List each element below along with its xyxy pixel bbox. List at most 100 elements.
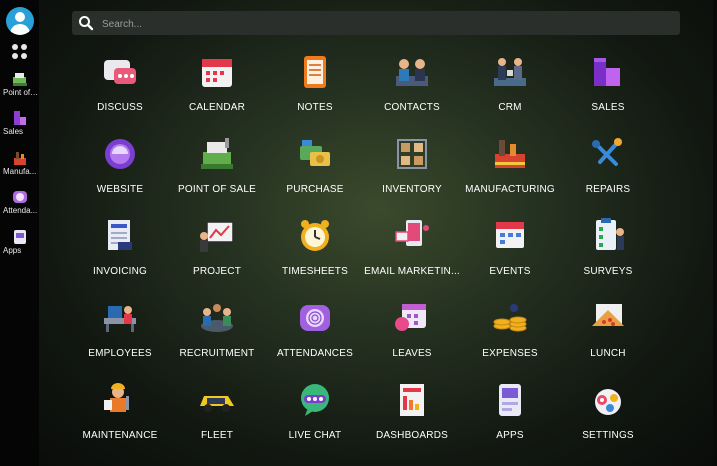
user-avatar[interactable] — [6, 7, 34, 35]
app-tile-label: LIVE CHAT — [288, 430, 342, 441]
app-tile-settings[interactable]: SETTINGS — [558, 378, 658, 456]
project-icon — [200, 221, 234, 252]
app-tile-label: SURVEYS — [583, 266, 633, 277]
app-tile-label: SETTINGS — [582, 430, 634, 441]
app-menu-icon[interactable] — [12, 44, 28, 60]
app-tile-invoicing[interactable]: INVOICING — [70, 214, 170, 292]
app-tile-label: TIMESHEETS — [282, 266, 348, 277]
app-tile-email-marketing[interactable]: EMAIL MARKETIN... — [362, 214, 462, 292]
app-tile-maintenance[interactable]: MAINTENANCE — [70, 378, 170, 456]
app-tile-leaves[interactable]: LEAVES — [362, 296, 462, 374]
discuss-icon — [104, 60, 136, 84]
purchase-icon — [300, 140, 330, 166]
app-tile-crm[interactable]: CRM — [460, 50, 560, 128]
settings-icon — [595, 389, 621, 415]
app-tile-label: EXPENSES — [482, 348, 538, 359]
attendances-icon — [300, 305, 330, 331]
app-tile-attendances[interactable]: ATTENDANCES — [265, 296, 365, 374]
search-bar[interactable] — [72, 11, 680, 35]
app-tile-label: PURCHASE — [286, 184, 344, 195]
app-tile-employees[interactable]: EMPLOYEES — [70, 296, 170, 374]
employees-icon — [104, 306, 136, 332]
sidebar-item-apps[interactable]: Apps — [0, 228, 39, 256]
sales-icon — [13, 111, 26, 125]
live-chat-icon — [301, 384, 329, 416]
app-tile-label: FLEET — [200, 430, 234, 441]
app-tile-timesheets[interactable]: TIMESHEETS — [265, 214, 365, 292]
app-tile-notes[interactable]: NOTES — [265, 50, 365, 128]
app-tile-dashboards[interactable]: DASHBOARDS — [362, 378, 462, 456]
app-tile-repairs[interactable]: REPAIRS — [558, 132, 658, 210]
notes-icon — [304, 56, 326, 88]
app-launcher: DISCUSS CALENDAR NOTES CONTACTS CRM SALES WEBS… — [39, 0, 717, 466]
app-tile-label: WEBSITE — [96, 184, 144, 195]
app-tile-surveys[interactable]: SURVEYS — [558, 214, 658, 292]
app-tile-inventory[interactable]: INVENTORY — [362, 132, 462, 210]
scrollbar[interactable] — [713, 0, 717, 466]
sidebar-item-manufacturing[interactable]: Manufa... — [0, 149, 39, 177]
app-tile-label: LEAVES — [392, 348, 432, 359]
dashboards-icon — [400, 384, 424, 416]
app-tile-recruitment[interactable]: RECRUITMENT — [167, 296, 267, 374]
search-input[interactable] — [100, 13, 664, 35]
email-marketing-icon — [395, 220, 429, 246]
manufacturing-icon — [13, 152, 26, 165]
app-tile-label: NOTES — [297, 102, 333, 113]
attendances-icon — [12, 191, 27, 203]
app-tile-manufacturing[interactable]: MANUFACTURING — [460, 132, 560, 210]
fleet-icon — [200, 396, 234, 412]
inventory-icon — [397, 139, 427, 169]
app-tile-label: EMAIL MARKETIN... — [364, 266, 460, 277]
app-tile-point-of-sale[interactable]: POINT OF SALE — [167, 132, 267, 210]
sidebar-item-point-of-sale[interactable]: Point of ... — [0, 70, 39, 98]
app-tile-label: RECRUITMENT — [179, 348, 255, 359]
app-tile-lunch[interactable]: LUNCH — [558, 296, 658, 374]
app-tile-label: INVOICING — [92, 266, 148, 277]
sidebar-item-attendances[interactable]: Attenda... — [0, 188, 39, 216]
app-tile-sales[interactable]: SALES — [558, 50, 658, 128]
apps-icon — [499, 384, 521, 416]
app-tile-label: LUNCH — [590, 348, 626, 359]
app-tile-label: DISCUSS — [97, 102, 143, 113]
app-tile-website[interactable]: WEBSITE — [70, 132, 170, 210]
app-tile-contacts[interactable]: CONTACTS — [362, 50, 462, 128]
search-icon — [79, 16, 94, 31]
app-tile-live-chat[interactable]: LIVE CHAT — [265, 378, 365, 456]
recruitment-icon — [201, 304, 233, 332]
app-tile-label: APPS — [496, 430, 524, 441]
app-tile-fleet[interactable]: FLEET — [167, 378, 267, 456]
app-tile-expenses[interactable]: EXPENSES — [460, 296, 560, 374]
app-tile-label: REPAIRS — [585, 184, 631, 195]
manufacturing-icon — [495, 140, 525, 168]
apps-icon — [13, 230, 26, 244]
app-tile-label: MAINTENANCE — [82, 430, 158, 441]
app-tile-label: SALES — [591, 102, 625, 113]
sidebar-item-sales[interactable]: Sales — [0, 109, 39, 137]
expenses-icon — [493, 304, 527, 332]
app-tile-label: INVENTORY — [382, 184, 442, 195]
maintenance-icon — [104, 383, 129, 412]
point-of-sale-icon — [201, 138, 233, 169]
app-tile-label: CALENDAR — [188, 102, 246, 113]
app-tile-discuss[interactable]: DISCUSS — [70, 50, 170, 128]
calendar-icon — [202, 59, 232, 87]
events-icon — [496, 222, 524, 248]
repairs-icon — [592, 138, 622, 166]
app-tile-label: ATTENDANCES — [277, 348, 353, 359]
app-tile-label: CONTACTS — [384, 102, 440, 113]
app-tile-label: POINT OF SALE — [178, 184, 256, 195]
lunch-icon — [592, 304, 624, 326]
leaves-icon — [395, 304, 426, 331]
app-tile-apps[interactable]: APPS — [460, 378, 560, 456]
sales-icon — [594, 58, 620, 86]
app-tile-label: MANUFACTURING — [465, 184, 555, 195]
app-tile-project[interactable]: PROJECT — [167, 214, 267, 292]
app-tile-label: CRM — [498, 102, 522, 113]
app-tile-calendar[interactable]: CALENDAR — [167, 50, 267, 128]
app-tile-purchase[interactable]: PURCHASE — [265, 132, 365, 210]
app-tile-events[interactable]: EVENTS — [460, 214, 560, 292]
app-tile-label: PROJECT — [192, 266, 242, 277]
sidebar: Point of ... Sales Manufa... Attenda... … — [0, 0, 39, 466]
app-tile-label: EVENTS — [489, 266, 531, 277]
surveys-icon — [596, 218, 624, 250]
